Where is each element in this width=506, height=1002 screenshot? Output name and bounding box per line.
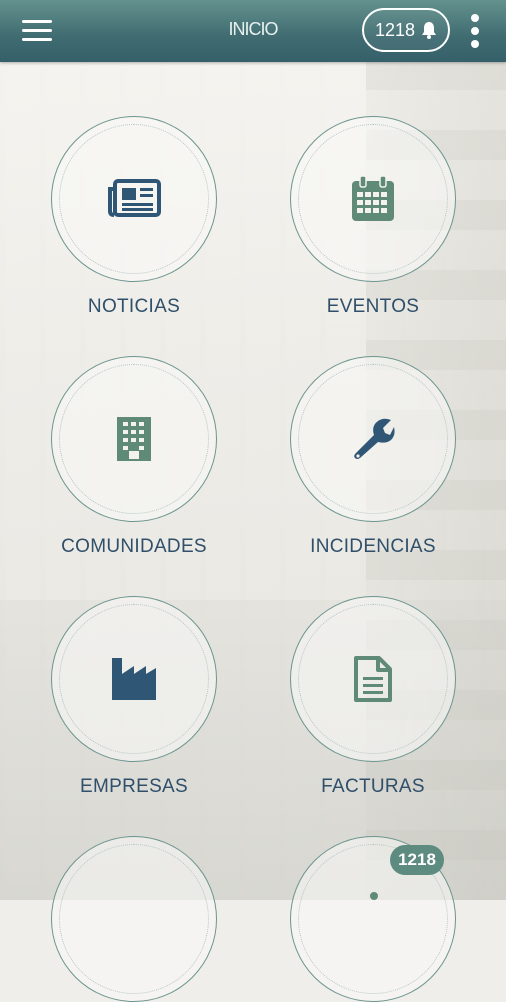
tile-label: FACTURAS (321, 776, 425, 797)
tile-circle (51, 116, 217, 282)
newspaper-icon (108, 179, 161, 217)
more-vertical-icon[interactable] (470, 14, 480, 48)
wrench-icon (354, 418, 395, 459)
tile-label: NOTICIAS (87, 296, 181, 317)
partial-icon (370, 892, 378, 900)
calendar-icon (352, 175, 394, 221)
notification-count: 1218 (374, 19, 416, 40)
tile-circle (51, 836, 217, 1002)
factory-icon (112, 658, 156, 700)
tile-label: EMPRESAS (80, 776, 188, 797)
building-icon (117, 417, 151, 461)
tile-circle (290, 356, 456, 522)
tile-label: EVENTOS (326, 296, 420, 317)
document-icon (354, 656, 392, 702)
notification-badge: 1218 (390, 845, 444, 875)
bell-icon (422, 22, 437, 39)
app-header: INICIO 1218 (0, 0, 506, 62)
tile-circle (290, 116, 456, 282)
tile-label: INCIDENCIAS (310, 536, 436, 557)
tile-circle (51, 356, 217, 522)
tile-circle (51, 596, 217, 762)
notifications-button[interactable]: 1218 (362, 8, 450, 52)
tile-label: COMUNIDADES (61, 536, 207, 557)
tile-circle (290, 596, 456, 762)
